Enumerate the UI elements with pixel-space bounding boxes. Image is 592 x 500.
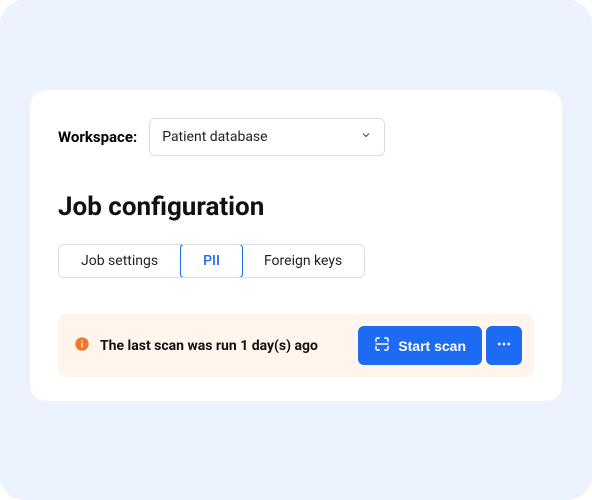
dots-icon	[496, 336, 512, 355]
tab-pii[interactable]: PII	[180, 244, 243, 278]
scan-banner: The last scan was run 1 day(s) ago Start…	[58, 314, 534, 377]
workspace-select[interactable]: Patient database	[149, 118, 385, 156]
start-scan-label: Start scan	[398, 338, 466, 354]
config-card: Workspace: Patient database Job configur…	[30, 90, 562, 401]
tab-job-settings[interactable]: Job settings	[59, 245, 181, 277]
workspace-selected-value: Patient database	[162, 129, 267, 145]
page-background: Workspace: Patient database Job configur…	[0, 0, 592, 500]
banner-text: The last scan was run 1 day(s) ago	[100, 338, 348, 354]
workspace-row: Workspace: Patient database	[58, 118, 534, 156]
more-actions-button[interactable]	[486, 326, 522, 365]
tabs: Job settings PII Foreign keys	[58, 244, 365, 278]
start-scan-button[interactable]: Start scan	[358, 326, 482, 365]
chevron-down-icon	[360, 129, 372, 145]
page-title: Job configuration	[58, 192, 534, 222]
workspace-label: Workspace:	[58, 128, 137, 146]
info-icon	[74, 336, 90, 356]
tab-foreign-keys[interactable]: Foreign keys	[242, 245, 364, 277]
scan-icon	[374, 336, 390, 355]
scan-button-group: Start scan	[358, 326, 522, 365]
